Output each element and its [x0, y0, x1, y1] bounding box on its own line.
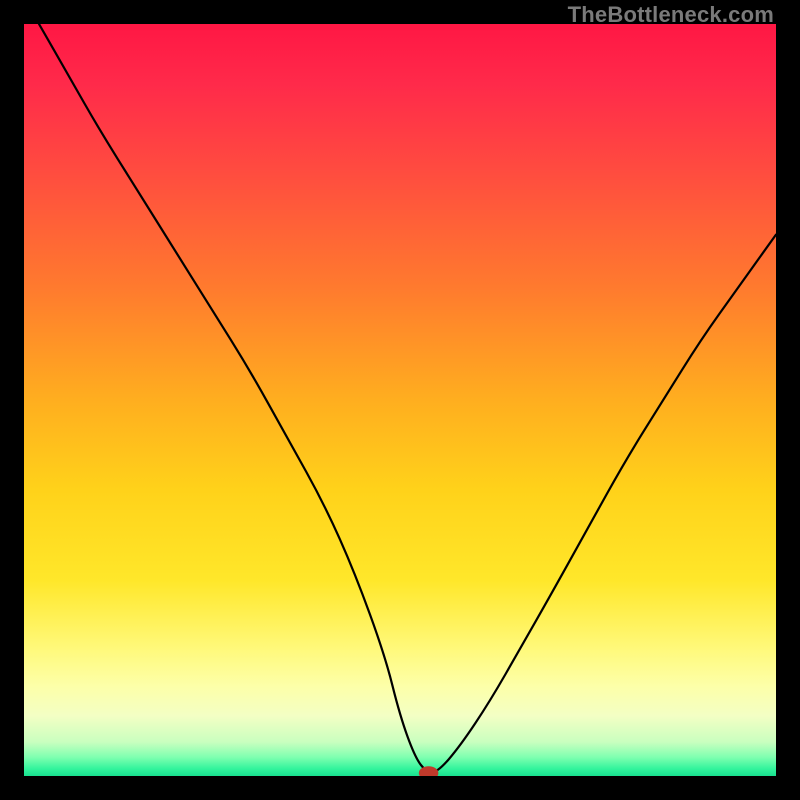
watermark-text: TheBottleneck.com — [568, 2, 774, 28]
chart-frame — [24, 24, 776, 776]
bottleneck-chart — [24, 24, 776, 776]
